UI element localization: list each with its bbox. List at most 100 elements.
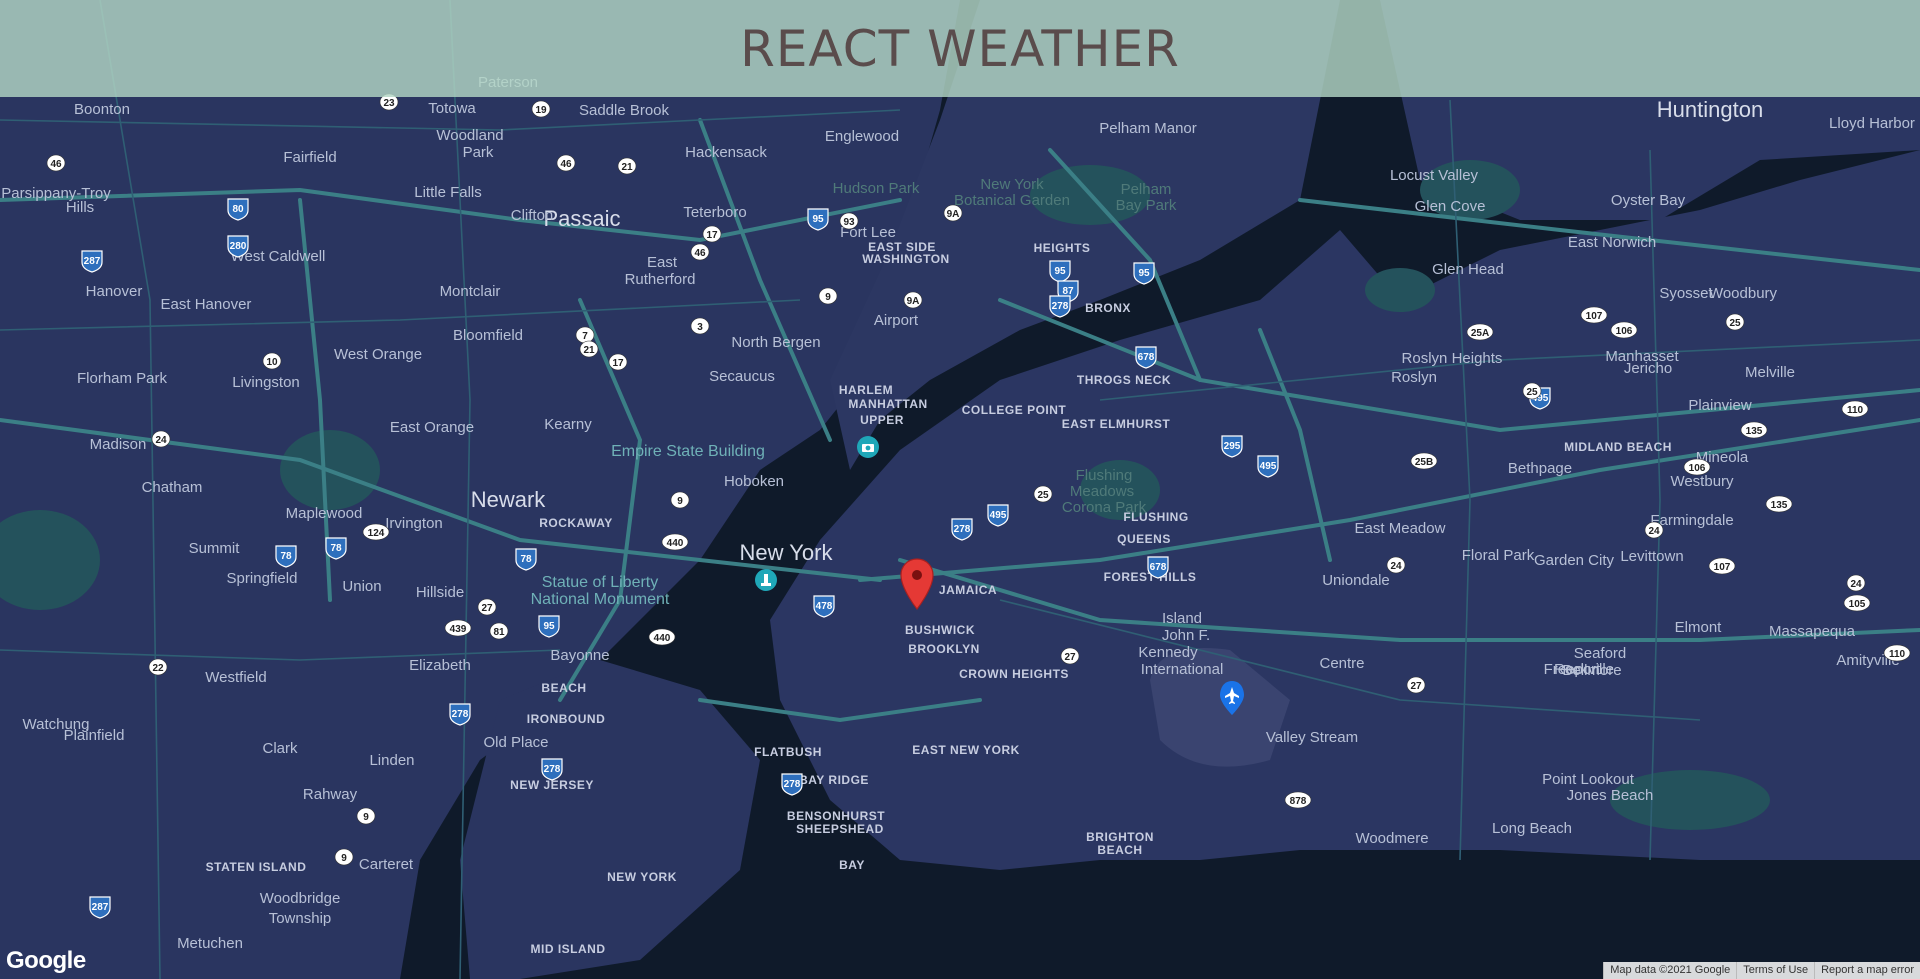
map-label: NEW YORK — [607, 870, 677, 884]
map-label: Farmingdale — [1650, 512, 1733, 529]
svg-text:21: 21 — [621, 162, 633, 173]
route-shield-icon: 25A — [1466, 323, 1494, 341]
map-label: New York — [980, 176, 1044, 193]
svg-text:95: 95 — [812, 214, 824, 225]
map-canvas[interactable]: New York Newark Empire State Building Statu… — [0, 0, 1920, 979]
route-shield-icon: 21 — [617, 157, 637, 175]
svg-text:678: 678 — [1138, 352, 1155, 363]
map-pin-icon[interactable] — [899, 557, 935, 611]
route-shield-icon: 24 — [1846, 574, 1866, 592]
route-shield-icon: 9 — [334, 848, 354, 866]
svg-text:9: 9 — [677, 496, 683, 507]
svg-text:135: 135 — [1771, 500, 1788, 511]
svg-text:25: 25 — [1729, 318, 1741, 329]
svg-text:46: 46 — [560, 159, 572, 170]
route-shield-icon: 25 — [1033, 485, 1053, 503]
map-label: Bethpage — [1508, 460, 1572, 477]
svg-text:24: 24 — [155, 435, 167, 446]
map-label: STATEN ISLAND — [206, 860, 307, 874]
route-shield-icon: 9 — [818, 287, 838, 305]
monument-icon[interactable] — [755, 569, 777, 591]
map-label: IRONBOUND — [527, 712, 606, 726]
map-label: BRONX — [1085, 301, 1131, 315]
interstate-shield-icon: 278 — [951, 518, 973, 541]
svg-text:9: 9 — [363, 812, 369, 823]
map-label: BENSONHURST — [787, 809, 885, 823]
interstate-shield-icon: 78 — [275, 545, 297, 568]
terms-of-use-link[interactable]: Terms of Use — [1736, 962, 1815, 979]
map-label: Watchung — [23, 716, 90, 733]
svg-text:440: 440 — [654, 633, 671, 644]
svg-text:22: 22 — [152, 663, 164, 674]
map-label: BROOKLYN — [908, 642, 980, 656]
interstate-shield-icon: 278 — [449, 703, 471, 726]
route-shield-icon: 25B — [1410, 452, 1438, 470]
map-label: Syosset — [1659, 285, 1713, 302]
map-label: BEACH — [1097, 843, 1142, 857]
svg-text:78: 78 — [280, 551, 292, 562]
svg-text:105: 105 — [1849, 599, 1866, 610]
route-shield-icon: 9A — [903, 291, 923, 309]
map-label: Huntington — [1657, 97, 1763, 122]
map-label: Passaic — [543, 206, 620, 231]
svg-text:495: 495 — [1260, 461, 1277, 472]
interstate-shield-icon: 495 — [987, 504, 1009, 527]
route-shield-icon: 19 — [531, 100, 551, 118]
route-shield-icon: 25 — [1522, 382, 1542, 400]
map-footer: Map data ©2021 Google Terms of Use Repor… — [1603, 962, 1920, 979]
app-header: REACT WEATHER — [0, 0, 1920, 97]
svg-text:278: 278 — [784, 779, 801, 790]
route-shield-icon: 46 — [46, 154, 66, 172]
svg-text:110: 110 — [1889, 649, 1906, 660]
map-label: Little Falls — [414, 184, 482, 201]
map-label: BUSHWICK — [905, 623, 975, 637]
map-label: Clifton — [511, 207, 554, 224]
map-label: Old Place — [483, 734, 548, 751]
svg-text:23: 23 — [383, 98, 395, 109]
route-shield-icon: 9A — [943, 204, 963, 222]
map-label: ROCKAWAY — [539, 516, 613, 530]
svg-text:678: 678 — [1150, 562, 1167, 573]
map-label: Garden City — [1534, 552, 1615, 569]
map-label: Secaucus — [709, 368, 775, 385]
map-label: Bayonne — [550, 647, 609, 664]
route-shield-icon: 439 — [444, 619, 472, 637]
map-label: Englewood — [825, 128, 899, 145]
map-label: Westfield — [205, 669, 266, 686]
svg-text:46: 46 — [50, 159, 62, 170]
map-label: Uniondale — [1322, 572, 1390, 589]
camera-icon[interactable] — [857, 436, 879, 458]
interstate-shield-icon: 478 — [813, 595, 835, 618]
map-label: East — [647, 254, 678, 271]
map-label: Fairfield — [283, 149, 336, 166]
map-label: Pelham — [1121, 181, 1172, 198]
svg-text:17: 17 — [706, 230, 718, 241]
svg-text:10: 10 — [266, 357, 278, 368]
svg-text:95: 95 — [543, 621, 555, 632]
route-shield-icon: 3 — [690, 317, 710, 335]
map-label: Roslyn — [1391, 369, 1437, 386]
map-label: MANHATTAN — [848, 397, 927, 411]
google-logo[interactable]: Google — [6, 947, 86, 975]
svg-text:278: 278 — [452, 709, 469, 720]
route-shield-icon: 27 — [1060, 647, 1080, 665]
interstate-shield-icon: 678 — [1147, 556, 1169, 579]
map-label: Bloomfield — [453, 327, 523, 344]
map-label: Melville — [1745, 364, 1795, 381]
svg-text:107: 107 — [1586, 311, 1603, 322]
route-shield-icon: 27 — [1406, 676, 1426, 694]
route-shield-icon: 17 — [608, 353, 628, 371]
interstate-shield-icon: 78 — [325, 537, 347, 560]
map-label: Madison — [90, 436, 147, 453]
interstate-shield-icon: 95 — [1133, 262, 1155, 285]
route-shield-icon: 124 — [362, 523, 390, 541]
map-label: HARLEM — [839, 383, 893, 397]
svg-text:25A: 25A — [1471, 328, 1489, 339]
map-label: Island — [1162, 610, 1202, 627]
interstate-shield-icon: 95 — [538, 615, 560, 638]
svg-text:19: 19 — [535, 105, 547, 116]
svg-text:135: 135 — [1746, 426, 1763, 437]
map-label: Jericho — [1624, 360, 1672, 377]
map-label: Hills — [66, 199, 94, 216]
report-map-error-link[interactable]: Report a map error — [1814, 962, 1920, 979]
